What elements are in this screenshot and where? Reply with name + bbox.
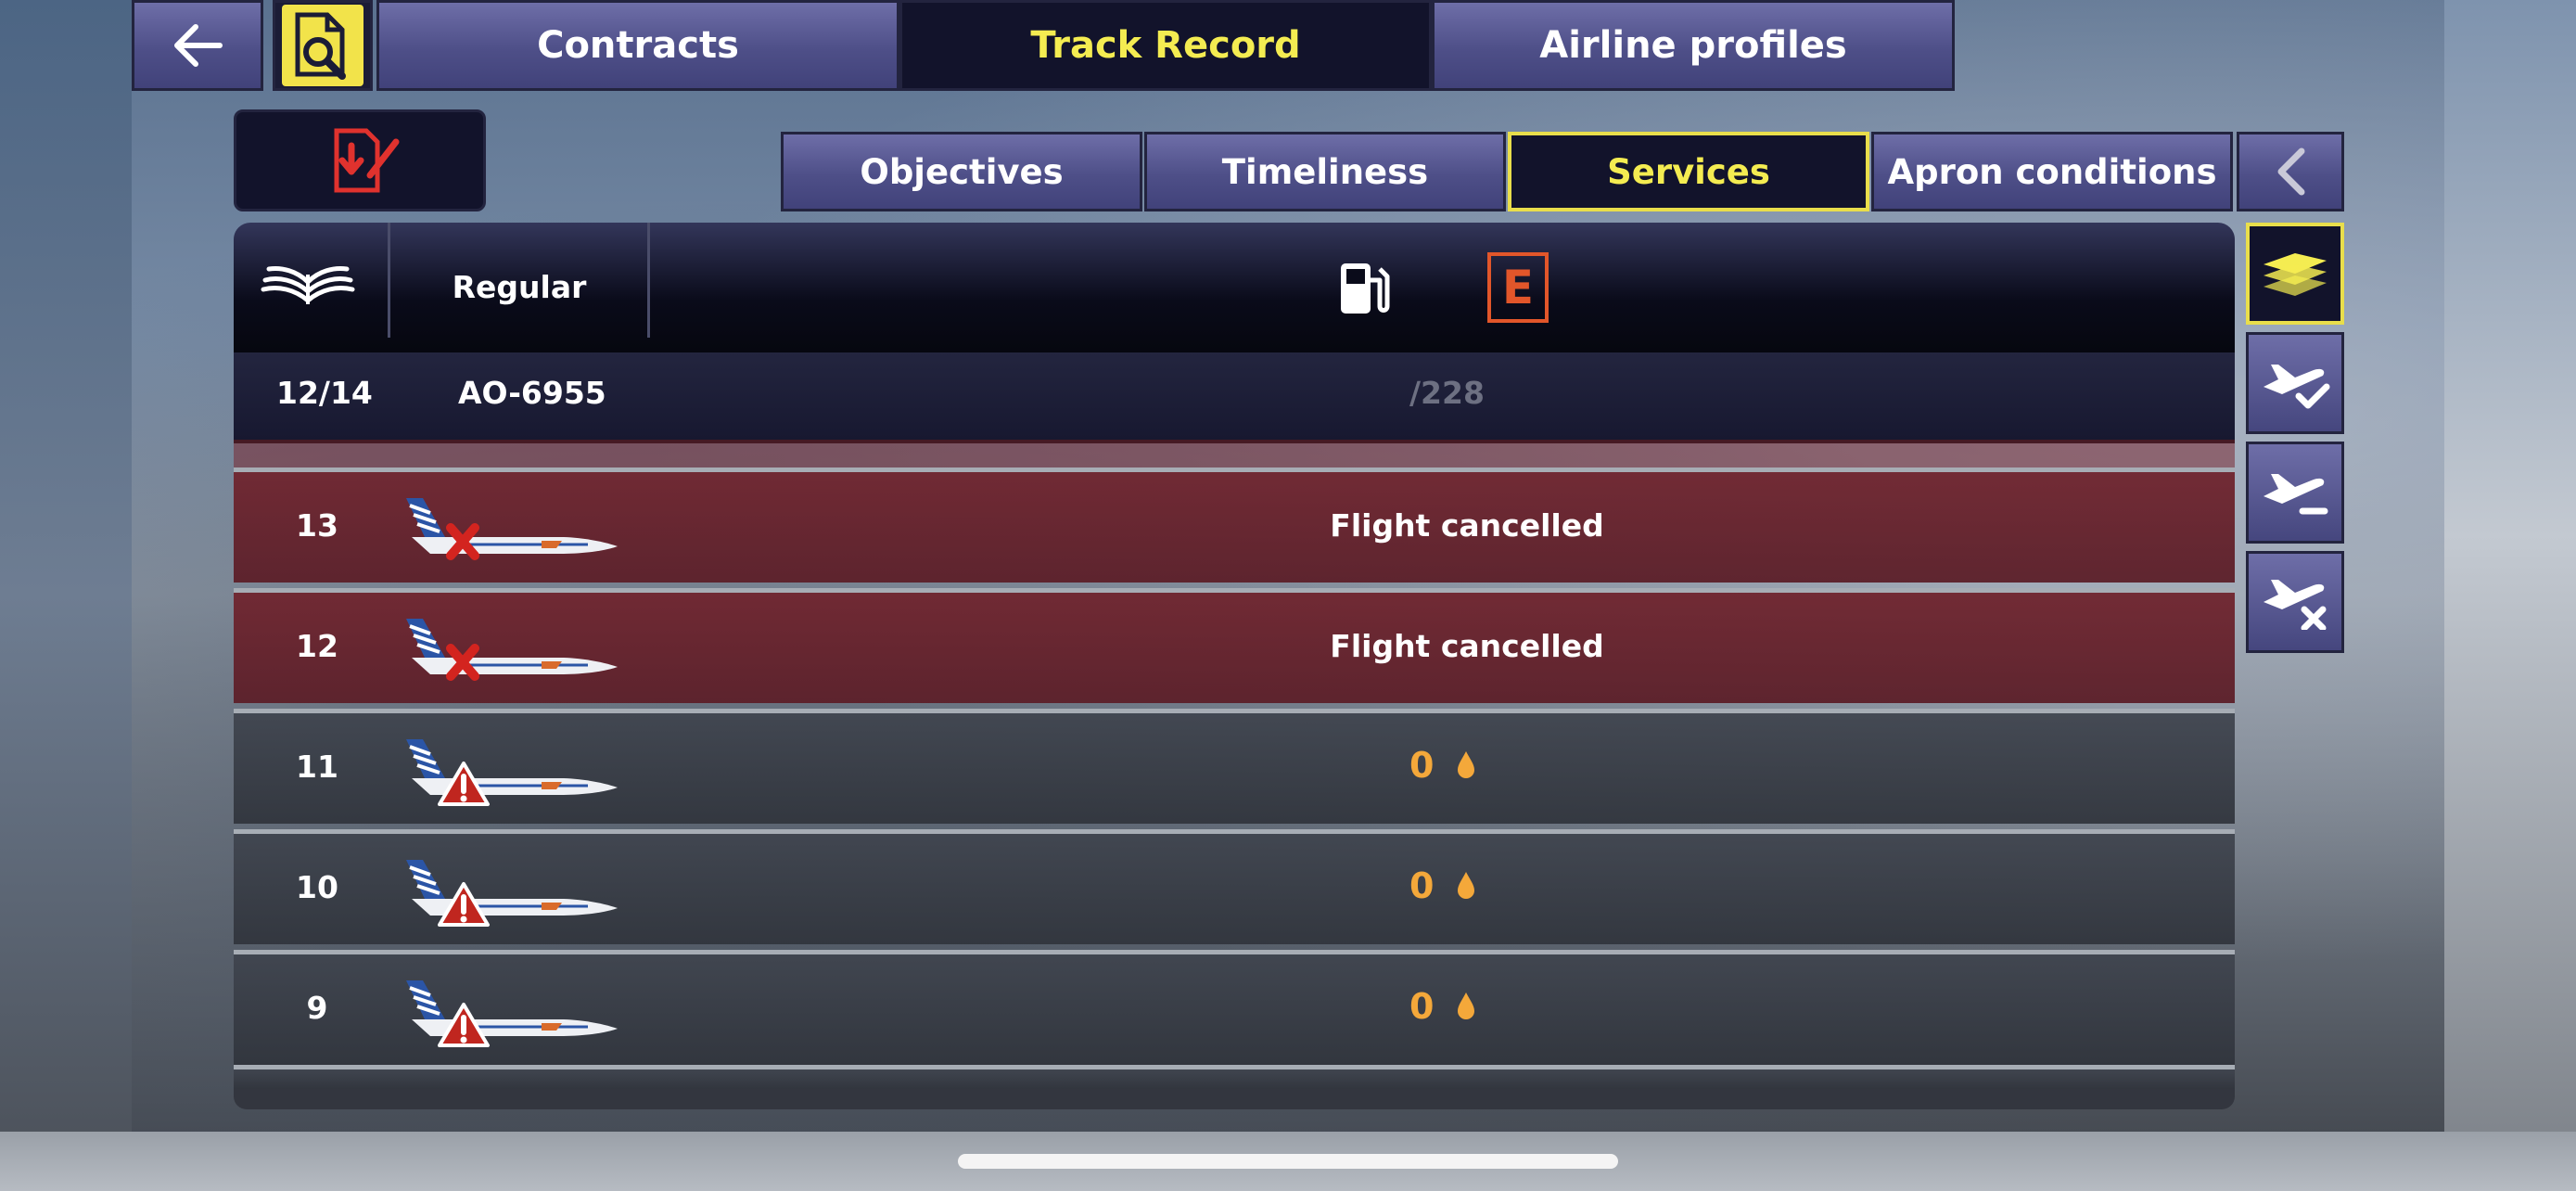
tab-contracts-label: Contracts [537,24,739,67]
plane-warning-icon [406,980,618,1047]
fuel-pump-icon [1341,263,1390,314]
arrow-left-icon [174,24,223,67]
energy-badge: E [1487,252,1549,323]
back-button[interactable] [132,0,263,91]
type-label: Regular [452,269,587,305]
fuel-value: 0 [1409,745,1476,786]
row-number: 9 [306,990,328,1026]
row-number: 11 [296,749,338,785]
open-book-icon[interactable] [260,254,356,310]
fuel-value: 0 [1409,986,1476,1027]
filter-partial-button[interactable] [2246,442,2344,544]
tab-airline-profiles-label: Airline profiles [1539,24,1847,67]
plane-cancel-icon [2264,580,2327,630]
plane-cancelled-icon [406,498,618,560]
row-message: Flight cancelled [1330,507,1604,544]
fuel-value-number: 0 [1409,986,1435,1027]
table-row[interactable]: 13 Flight cancelled [234,467,2235,583]
document-search-icon [295,12,346,80]
filter-cancelled-button[interactable] [2246,551,2344,653]
collapse-tabs-button[interactable] [2237,132,2344,211]
document-search-button[interactable] [273,0,373,91]
filter-completed-button[interactable] [2246,332,2344,434]
background-left [0,0,132,1191]
fuel-value: 0 [1409,865,1476,906]
background-right [2444,0,2576,1191]
tab-services[interactable]: Services [1508,132,1869,211]
total-value: /228 [1409,375,1485,411]
plane-warning-icon [406,739,618,806]
row-number: 13 [296,507,338,544]
tab-apron-conditions-label: Apron conditions [1887,151,2217,192]
tab-timeliness[interactable]: Timeliness [1144,132,1506,211]
services-table: Regular E 12/14 AO-6955 /228 13 Flight c… [234,223,2235,1109]
tab-services-label: Services [1607,151,1770,192]
row-spacer [234,440,2235,467]
table-row-partial [234,1065,2235,1089]
filter-all-flights-button[interactable] [2246,223,2344,325]
flight-count: 12/14 [276,375,373,411]
document-export-icon [334,128,400,193]
tab-track-record[interactable]: Track Record [899,0,1432,91]
plane-minus-icon [2264,474,2328,515]
tab-track-record-label: Track Record [1030,24,1301,67]
table-header: Regular E [234,223,2235,352]
table-row[interactable]: 11 0 [234,709,2235,824]
tab-objectives[interactable]: Objectives [781,132,1142,211]
tab-timeliness-label: Timeliness [1221,151,1429,192]
tab-apron-conditions[interactable]: Apron conditions [1871,132,2233,211]
home-indicator[interactable] [958,1154,1618,1169]
table-row[interactable]: 12 Flight cancelled [234,588,2235,703]
plane-check-icon [2264,365,2330,409]
row-number: 10 [296,869,338,905]
tab-objectives-label: Objectives [860,151,1064,192]
tab-contracts[interactable]: Contracts [376,0,899,91]
drop-icon [1457,751,1474,778]
stacked-planes-icon [2264,253,2327,296]
flight-code: AO-6955 [458,375,606,411]
fuel-value-number: 0 [1409,745,1435,786]
header-divider [647,223,650,338]
drop-icon [1457,992,1474,1019]
tab-airline-profiles[interactable]: Airline profiles [1432,0,1955,91]
fuel-value-number: 0 [1409,865,1435,906]
row-number: 12 [296,628,338,664]
chevron-left-icon [2277,147,2305,196]
plane-warning-icon [406,860,618,927]
row-message: Flight cancelled [1330,628,1604,664]
table-row[interactable]: 10 0 [234,829,2235,944]
table-row[interactable]: 9 0 [234,950,2235,1065]
summary-row: 12/14 AO-6955 /228 [234,352,2235,443]
drop-icon [1457,872,1474,899]
export-button[interactable] [234,109,486,211]
table-bottom-edge [234,1089,2235,1109]
plane-cancelled-icon [406,619,618,681]
